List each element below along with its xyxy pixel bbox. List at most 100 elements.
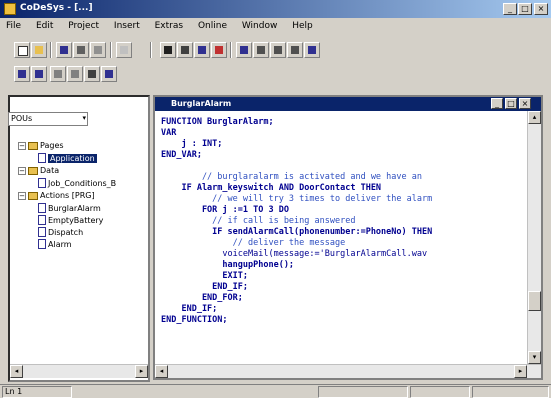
code-token: // if call is being answered xyxy=(161,216,356,226)
document-icon xyxy=(38,203,46,213)
editor-horizontal-scrollbar[interactable]: ◂ ▸ xyxy=(155,364,541,378)
code-line[interactable]: IF Alarm_keyswitch AND DoorContact THEN xyxy=(161,183,432,194)
code-line[interactable]: EXIT; xyxy=(161,271,432,282)
code-token: FOR j :=1 TO 3 DO xyxy=(161,205,289,215)
scroll-left-icon[interactable]: ◂ xyxy=(155,365,168,378)
menu-project[interactable]: Project xyxy=(62,18,105,34)
code-line[interactable]: IF sendAlarmCall(phonenumber:=PhoneNo) T… xyxy=(161,227,432,238)
tree-node[interactable]: − Pages xyxy=(18,141,64,150)
tree-node[interactable]: Job_Conditions_B xyxy=(38,178,116,188)
code-token: IF Alarm_keyswitch AND DoorContact THEN xyxy=(161,183,382,193)
code-line[interactable]: END_FUNCTION; xyxy=(161,315,432,326)
editor-maximize-button[interactable]: □ xyxy=(505,98,517,109)
scroll-up-icon[interactable]: ▴ xyxy=(528,111,541,124)
breakpoint-button[interactable] xyxy=(304,42,320,58)
object-tree-panel xyxy=(8,95,150,382)
editor-minimize-button[interactable]: _ xyxy=(491,98,503,109)
tree-node[interactable]: Alarm xyxy=(38,239,72,249)
toolbar-separator xyxy=(50,42,52,58)
code-token: EXIT; xyxy=(161,271,248,281)
tree-node[interactable]: Dispatch xyxy=(38,227,83,237)
step-in-button[interactable] xyxy=(287,42,303,58)
code-token: j : INT; xyxy=(161,139,223,149)
find-next-button[interactable] xyxy=(177,42,193,58)
code-token: hangupPhone(); xyxy=(161,260,295,270)
editor-vertical-scrollbar[interactable]: ▴ ▾ xyxy=(527,111,541,364)
view-button[interactable] xyxy=(14,66,30,82)
new-file-button[interactable] xyxy=(14,42,30,58)
code-line[interactable]: // deliver the message xyxy=(161,238,432,249)
document-icon xyxy=(38,215,46,225)
stop-button[interactable] xyxy=(253,42,269,58)
find-button[interactable] xyxy=(160,42,176,58)
scroll-right-icon[interactable]: ▸ xyxy=(135,365,148,378)
code-line[interactable] xyxy=(161,161,432,172)
maximize-button[interactable]: □ xyxy=(518,3,532,15)
arrange-button[interactable] xyxy=(101,66,117,82)
code-line[interactable]: // we will try 3 times to deliver the al… xyxy=(161,194,432,205)
help-button[interactable] xyxy=(50,66,66,82)
editor-close-button[interactable]: × xyxy=(519,98,531,109)
cut-button[interactable] xyxy=(73,42,89,58)
tree-horizontal-scrollbar[interactable]: ◂ ▸ xyxy=(10,364,148,378)
code-token: FUNCTION BurglarAlarm; xyxy=(161,117,274,127)
expand-icon[interactable]: − xyxy=(18,141,26,150)
scroll-left-icon[interactable]: ◂ xyxy=(10,365,23,378)
code-line[interactable]: j : INT; xyxy=(161,139,432,150)
chevron-down-icon[interactable]: ▾ xyxy=(82,114,86,122)
tree-node[interactable]: BurglarAlarm xyxy=(38,203,101,213)
close-button[interactable]: × xyxy=(534,3,548,15)
step-button[interactable] xyxy=(270,42,286,58)
paste-button[interactable] xyxy=(116,42,132,58)
code-editor[interactable]: FUNCTION BurglarAlarm; VAR j : INT; END_VA… xyxy=(161,117,432,326)
folder-icon xyxy=(28,191,38,200)
cascade-button[interactable] xyxy=(67,66,83,82)
copy-button[interactable] xyxy=(90,42,106,58)
code-line[interactable]: END_IF; xyxy=(161,282,432,293)
code-line[interactable]: END_IF; xyxy=(161,304,432,315)
tile-button[interactable] xyxy=(84,66,100,82)
code-line[interactable]: VAR xyxy=(161,128,432,139)
tree-node[interactable]: EmptyBattery xyxy=(38,215,103,225)
folder-icon xyxy=(28,166,38,175)
code-line[interactable]: END_VAR; xyxy=(161,150,432,161)
menu-edit[interactable]: Edit xyxy=(30,18,59,34)
toolbar-secondary xyxy=(0,62,551,88)
menu-help[interactable]: Help xyxy=(286,18,319,34)
menu-file[interactable]: File xyxy=(0,18,27,34)
code-token: END_IF; xyxy=(161,304,218,314)
code-line[interactable]: FOR j :=1 TO 3 DO xyxy=(161,205,432,216)
status-bar: Ln 1 xyxy=(0,384,551,398)
expand-icon[interactable]: − xyxy=(18,191,26,200)
tree-node-label: Pages xyxy=(40,141,64,150)
code-line[interactable]: voiceMail(message:='BurglarAlarmCall.wav xyxy=(161,249,432,260)
scroll-thumb[interactable] xyxy=(528,291,541,311)
tree-node[interactable]: Application xyxy=(38,153,97,163)
code-line[interactable]: // if call is being answered xyxy=(161,216,432,227)
scroll-down-icon[interactable]: ▾ xyxy=(528,351,541,364)
menu-extras[interactable]: Extras xyxy=(149,18,189,34)
menu-online[interactable]: Online xyxy=(192,18,233,34)
code-line[interactable]: FUNCTION BurglarAlarm; xyxy=(161,117,432,128)
object-combo[interactable]: POUs ▾ xyxy=(8,112,88,126)
tree-node[interactable]: − Actions [PRG] xyxy=(18,191,95,200)
code-line[interactable]: // burglaralarm is activated and we have… xyxy=(161,172,432,183)
expand-icon[interactable]: − xyxy=(18,166,26,175)
replace-button[interactable] xyxy=(194,42,210,58)
minimize-button[interactable]: _ xyxy=(503,3,517,15)
window-button[interactable] xyxy=(31,66,47,82)
login-button[interactable] xyxy=(211,42,227,58)
menu-insert[interactable]: Insert xyxy=(108,18,146,34)
tree-node[interactable]: − Data xyxy=(18,166,59,175)
document-icon xyxy=(38,227,46,237)
code-line[interactable]: END_FOR; xyxy=(161,293,432,304)
menu-window[interactable]: Window xyxy=(236,18,284,34)
code-line[interactable]: hangupPhone(); xyxy=(161,260,432,271)
app-icon xyxy=(4,3,16,15)
document-icon xyxy=(38,153,46,163)
status-mode xyxy=(318,386,408,398)
save-button[interactable] xyxy=(56,42,72,58)
run-button[interactable] xyxy=(236,42,252,58)
open-file-button[interactable] xyxy=(31,42,47,58)
scroll-right-icon[interactable]: ▸ xyxy=(514,365,527,378)
